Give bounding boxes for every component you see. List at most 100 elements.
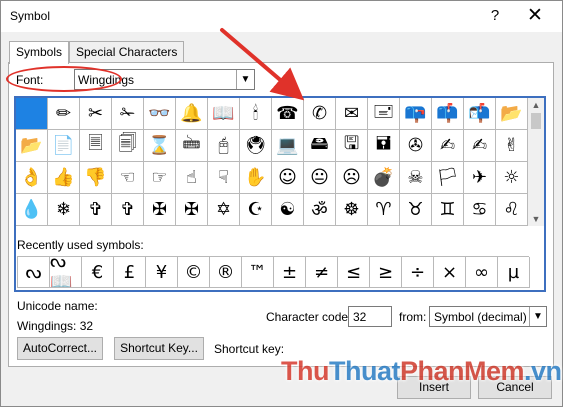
symbol-cell[interactable]: 👍 — [48, 162, 80, 194]
symbol-cell[interactable]: 📂 — [496, 98, 528, 130]
symbol-cell[interactable]: 📬 — [464, 98, 496, 130]
symbol-cell[interactable]: ☎ — [272, 98, 304, 130]
shortcut-key-button[interactable]: Shortcut Key... — [114, 337, 204, 360]
recent-symbol-cell[interactable]: ≥ — [370, 257, 402, 288]
scroll-down-icon[interactable]: ▼ — [528, 212, 544, 226]
symbol-cell[interactable]: 🕯 — [240, 98, 272, 130]
symbol-cell[interactable]: ✋ — [240, 162, 272, 194]
tab-symbols[interactable]: Symbols — [9, 41, 70, 64]
symbol-cell[interactable]: 📄 — [48, 130, 80, 162]
symbol-cell[interactable]: 🖴 — [304, 130, 336, 162]
symbol-cell[interactable]: ✇ — [400, 130, 432, 162]
scroll-up-icon[interactable]: ▲ — [528, 98, 544, 112]
symbol-grid-scrollbar[interactable]: ▲ ▼ — [528, 98, 544, 226]
symbol-cell[interactable]: 🖃 — [368, 98, 400, 130]
symbol-cell[interactable]: ☟ — [208, 162, 240, 194]
unicode-name-label: Unicode name: — [17, 299, 98, 313]
symbol-cell[interactable]: ☪ — [240, 194, 272, 226]
symbol-cell[interactable]: ✍ — [432, 130, 464, 162]
recent-symbol-cell[interactable]: ᔓ — [18, 257, 50, 288]
symbol-cell[interactable]: 💻 — [272, 130, 304, 162]
symbol-cell[interactable]: 🖲 — [240, 130, 272, 162]
recent-symbol-cell[interactable]: © — [178, 257, 210, 288]
symbol-cell[interactable]: ♋ — [464, 194, 496, 226]
title-bar: Symbol ? ✕ — [1, 1, 562, 32]
recent-symbol-cell[interactable]: ™ — [242, 257, 274, 288]
symbol-cell[interactable]: ☼ — [496, 162, 528, 194]
symbol-cell[interactable]: ✁ — [112, 98, 144, 130]
symbol-cell[interactable]: 👓 — [144, 98, 176, 130]
close-button[interactable]: ✕ — [521, 5, 549, 27]
symbol-cell[interactable]: ✞ — [80, 194, 112, 226]
symbol-cell[interactable]: 🖮 — [176, 130, 208, 162]
symbol-cell[interactable]: ☯ — [272, 194, 304, 226]
symbol-cell[interactable]: ♌ — [496, 194, 528, 226]
symbol-cell[interactable]: 📖 — [208, 98, 240, 130]
from-select[interactable]: Symbol (decimal) ▼ — [429, 306, 547, 327]
symbol-cell[interactable]: ☺ — [272, 162, 304, 194]
symbol-cell[interactable]: 📂 — [16, 130, 48, 162]
symbol-cell[interactable]: 🗏 — [80, 130, 112, 162]
symbol-cell[interactable]: ❄ — [48, 194, 80, 226]
recent-symbol-cell[interactable]: ± — [274, 257, 306, 288]
symbol-cell[interactable]: ✈ — [464, 162, 496, 194]
symbol-cell[interactable]: 💧 — [16, 194, 48, 226]
symbol-cell[interactable]: 🏳 — [432, 162, 464, 194]
recent-symbol-cell[interactable]: × — [434, 257, 466, 288]
symbol-cell[interactable]: 📫 — [432, 98, 464, 130]
symbol-cell[interactable]: ☞ — [144, 162, 176, 194]
symbol-cell[interactable]: 💣 — [368, 162, 400, 194]
recent-symbol-cell[interactable]: ¥ — [146, 257, 178, 288]
recent-symbol-cell[interactable]: ≤ — [338, 257, 370, 288]
autocorrect-button[interactable]: AutoCorrect... — [17, 337, 103, 360]
symbol-cell[interactable]: 🔔 — [176, 98, 208, 130]
symbol-cell[interactable]: ✠ — [144, 194, 176, 226]
symbol-cell[interactable]: ☜ — [112, 162, 144, 194]
recently-used-label: Recently used symbols: — [17, 238, 144, 252]
symbol-cell[interactable]: 🗐 — [112, 130, 144, 162]
symbol-cell[interactable]: 👎 — [80, 162, 112, 194]
chevron-down-icon[interactable]: ▼ — [529, 307, 546, 326]
chevron-down-icon[interactable]: ▼ — [236, 70, 254, 89]
symbol-cell[interactable]: ✂ — [80, 98, 112, 130]
symbol-cell[interactable]: ✌ — [496, 130, 528, 162]
recent-symbol-cell[interactable]: € — [82, 257, 114, 288]
symbol-cell[interactable]: ♈ — [368, 194, 400, 226]
symbol-cell[interactable]: ♉ — [400, 194, 432, 226]
symbol-cell[interactable]: ☸ — [336, 194, 368, 226]
symbol-cell[interactable]: ॐ — [304, 194, 336, 226]
character-code-input[interactable]: 32 — [348, 306, 392, 327]
symbol-cell[interactable]: ☹ — [336, 162, 368, 194]
symbol-cell[interactable]: 🖰 — [208, 130, 240, 162]
from-label: from: — [399, 310, 427, 324]
symbol-cell[interactable]: 📪 — [400, 98, 432, 130]
symbol-cell[interactable]: 🖬 — [368, 130, 400, 162]
symbol-cell[interactable]: ✆ — [304, 98, 336, 130]
symbol-cell[interactable]: ⌛ — [144, 130, 176, 162]
scroll-thumb[interactable] — [531, 113, 541, 129]
symbol-cell[interactable] — [16, 98, 48, 130]
shortcut-key-label: Shortcut key: — [214, 342, 285, 356]
symbol-cell[interactable]: ✠ — [176, 194, 208, 226]
symbol-cell[interactable]: ☠ — [400, 162, 432, 194]
recent-symbol-cell[interactable]: ÷ — [402, 257, 434, 288]
tab-special-characters[interactable]: Special Characters — [69, 41, 185, 63]
symbol-cell[interactable]: ♊ — [432, 194, 464, 226]
symbol-cell[interactable]: ✉ — [336, 98, 368, 130]
symbol-cell[interactable]: ✏ — [48, 98, 80, 130]
symbol-cell[interactable]: ☝ — [176, 162, 208, 194]
recent-symbol-cell[interactable]: µ — [498, 257, 530, 288]
symbol-cell[interactable]: 😐 — [304, 162, 336, 194]
recent-symbol-cell[interactable]: ∞ — [466, 257, 498, 288]
symbol-cell[interactable]: ✍ — [464, 130, 496, 162]
recent-symbol-cell[interactable]: £ — [114, 257, 146, 288]
symbol-cell[interactable]: ✞ — [112, 194, 144, 226]
symbol-cell[interactable]: ✡ — [208, 194, 240, 226]
from-select-value: Symbol (decimal) — [434, 310, 527, 324]
recent-symbol-cell[interactable]: ® — [210, 257, 242, 288]
recent-symbol-cell[interactable]: ᔓ📖 — [50, 257, 82, 288]
symbol-cell[interactable]: 🖫 — [336, 130, 368, 162]
symbol-cell[interactable]: 👌 — [16, 162, 48, 194]
help-button[interactable]: ? — [484, 6, 506, 26]
recent-symbol-cell[interactable]: ≠ — [306, 257, 338, 288]
